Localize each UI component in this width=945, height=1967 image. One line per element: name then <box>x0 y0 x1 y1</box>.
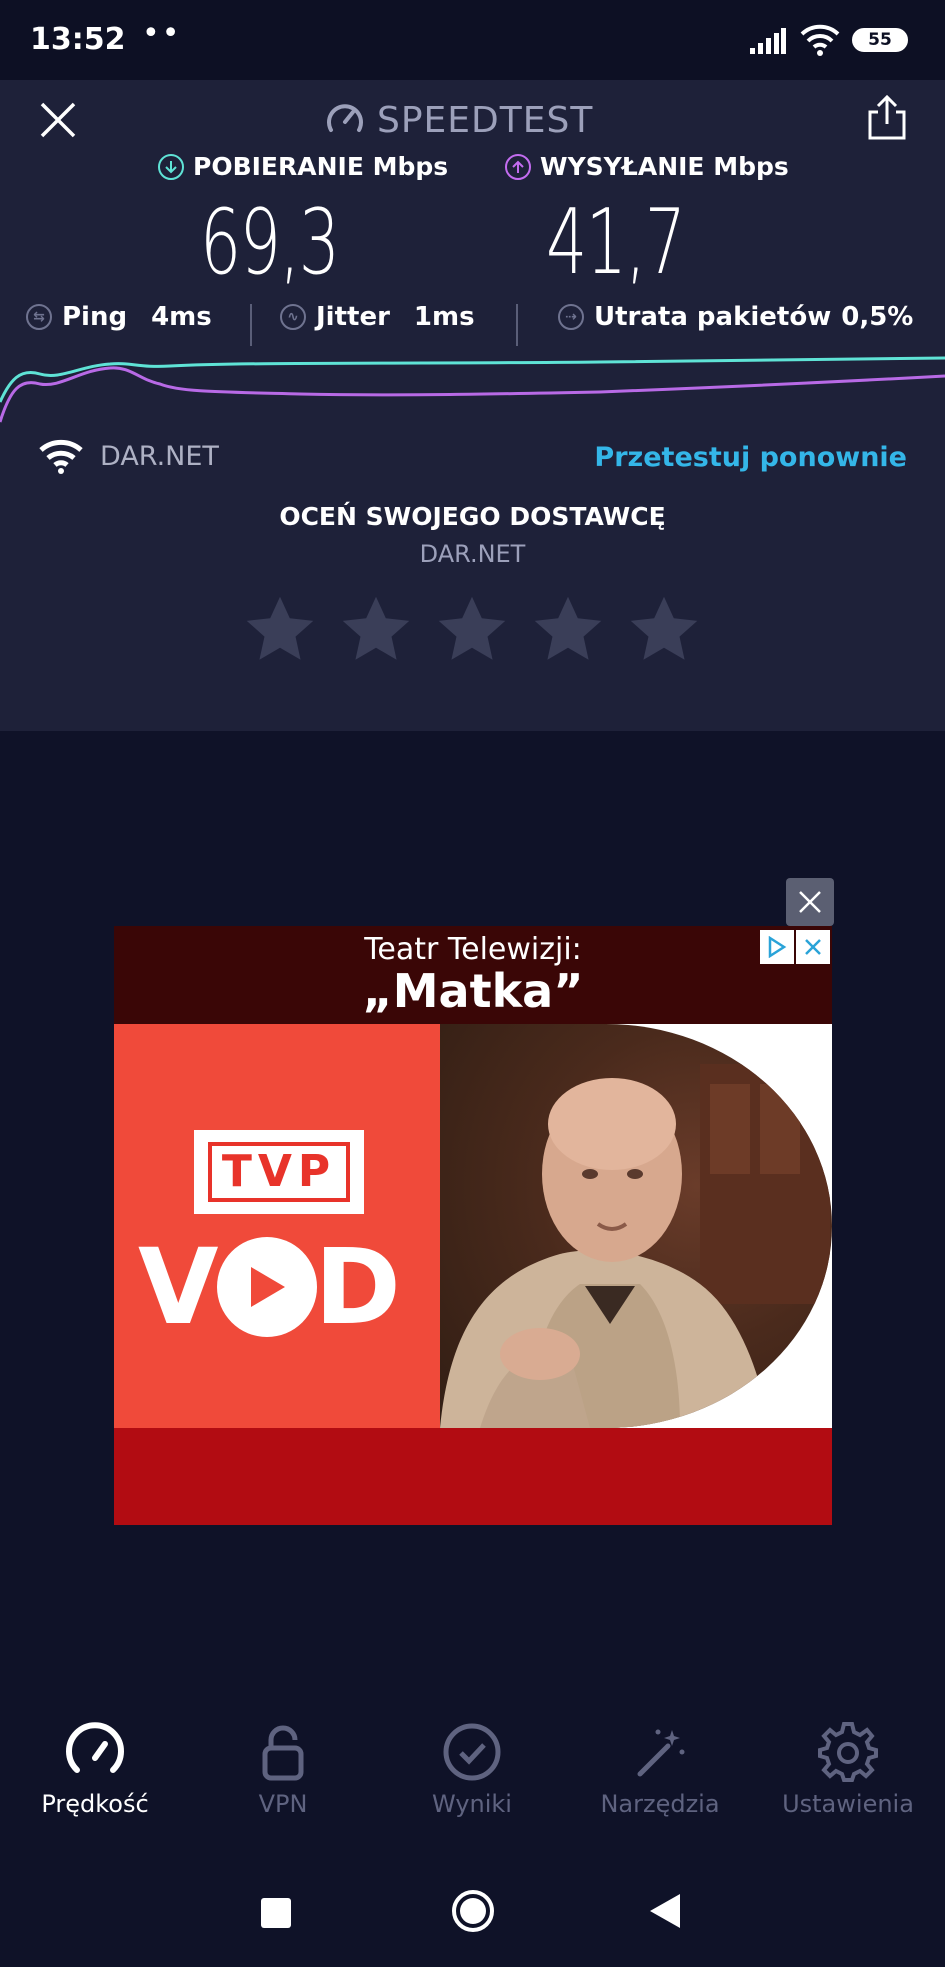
recents-icon[interactable] <box>261 1898 291 1928</box>
upload-arrow-icon <box>505 153 531 180</box>
app-title: SPEEDTEST <box>377 99 594 141</box>
actor-photo <box>440 1024 832 1428</box>
speedometer-icon <box>66 1722 124 1773</box>
signal-icon <box>750 28 786 54</box>
ping-stat: ⇆ Ping 4ms <box>26 302 212 332</box>
adchoices-icon[interactable] <box>760 930 794 964</box>
star-icon[interactable] <box>626 592 702 668</box>
close-icon[interactable] <box>36 98 80 142</box>
lock-icon <box>262 1725 304 1781</box>
jitter-icon: ∿ <box>280 304 306 330</box>
home-icon[interactable] <box>450 1888 496 1934</box>
status-bar: 13:52 •• 55 <box>0 0 945 80</box>
wifi-status-icon <box>800 24 840 56</box>
ad-choices <box>760 930 830 964</box>
check-circle-icon <box>443 1723 501 1781</box>
notification-dots: •• <box>142 16 182 51</box>
packet-loss-value: 0,5% <box>841 302 914 332</box>
packet-loss-stat: ⇢ Utrata pakietów 0,5% <box>558 302 913 332</box>
bottom-navigation: Prędkość VPN Wyniki Narzędzia Ustawienia <box>0 1720 945 1840</box>
ad-close-button[interactable] <box>786 878 834 926</box>
ad-headline: Teatr Telewizji: <box>364 932 582 967</box>
isp-name: DAR.NET <box>100 440 219 472</box>
ping-value: 4ms <box>151 302 212 332</box>
nav-item-label: Prędkość <box>41 1790 149 1818</box>
rate-provider-name: DAR.NET <box>419 540 526 568</box>
result-panel: SPEEDTEST POBIERANIE Mbps WYSYŁANIE Mbps… <box>0 80 945 731</box>
nav-item-label: Wyniki <box>432 1790 512 1818</box>
star-rating <box>242 592 702 668</box>
packet-loss-label: Utrata pakietów <box>594 302 832 332</box>
download-label-text: POBIERANIE Mbps <box>193 152 449 181</box>
ad-title: „Matka” <box>362 964 584 1018</box>
ping-icon: ⇆ <box>26 304 52 330</box>
upload-value: 41,7 <box>546 190 686 295</box>
nav-item-label: VPN <box>258 1790 308 1818</box>
speed-graph <box>0 356 945 423</box>
upload-label: WYSYŁANIE Mbps <box>505 152 789 181</box>
nav-item-settings[interactable]: Ustawienia <box>773 1720 923 1818</box>
ping-label: Ping <box>62 302 128 332</box>
wifi-icon <box>39 439 83 474</box>
star-icon[interactable] <box>434 592 510 668</box>
share-icon[interactable] <box>866 94 908 142</box>
nav-item-label: Narzędzia <box>600 1790 720 1818</box>
ad-banner[interactable]: Teatr Telewizji: „Matka” TVP V D <box>114 926 832 1525</box>
nav-item-label: Ustawienia <box>782 1790 914 1818</box>
nav-item-tools[interactable]: Narzędzia <box>585 1720 735 1818</box>
magic-wand-icon <box>637 1729 685 1777</box>
jitter-stat: ∿ Jitter 1ms <box>280 302 475 332</box>
ad-header: Teatr Telewizji: „Matka” <box>114 926 832 1024</box>
retest-button[interactable]: Przetestuj ponownie <box>594 442 907 473</box>
system-navigation <box>0 1880 945 1967</box>
nav-item-results[interactable]: Wyniki <box>397 1720 547 1818</box>
status-time: 13:52 <box>30 22 126 57</box>
upload-graph-line <box>0 366 945 423</box>
download-arrow-icon <box>158 153 184 180</box>
star-icon[interactable] <box>338 592 414 668</box>
jitter-value: 1ms <box>413 302 475 332</box>
download-label: POBIERANIE Mbps <box>158 152 448 181</box>
isp-row: DAR.NET <box>38 438 219 474</box>
nav-item-speed[interactable]: Prędkość <box>20 1720 170 1818</box>
packet-loss-icon: ⇢ <box>558 304 584 330</box>
star-icon[interactable] <box>242 592 318 668</box>
ad-dismiss-icon[interactable] <box>796 930 830 964</box>
close-icon <box>799 891 821 913</box>
vod-logo: V D <box>138 1226 401 1348</box>
rate-provider-title: OCEŃ SWOJEGO DOSTAWCĘ <box>279 502 666 531</box>
upload-label-text: WYSYŁANIE Mbps <box>540 152 789 181</box>
tvp-vod-logo: TVP V D <box>114 1024 440 1428</box>
gear-icon <box>818 1722 878 1782</box>
tvp-logo-text: TVP <box>207 1142 351 1202</box>
back-icon[interactable] <box>650 1894 680 1928</box>
play-icon <box>216 1237 317 1337</box>
tvp-logo: TVP <box>194 1130 364 1214</box>
jitter-label: Jitter <box>316 302 390 332</box>
star-icon[interactable] <box>530 592 606 668</box>
speedometer-logo-icon <box>327 104 363 132</box>
nav-item-vpn[interactable]: VPN <box>208 1720 358 1818</box>
ad-image <box>440 1024 832 1428</box>
battery-indicator: 55 <box>852 28 908 52</box>
speedtest-brand: SPEEDTEST <box>325 92 593 148</box>
download-value: 69,3 <box>200 190 340 295</box>
